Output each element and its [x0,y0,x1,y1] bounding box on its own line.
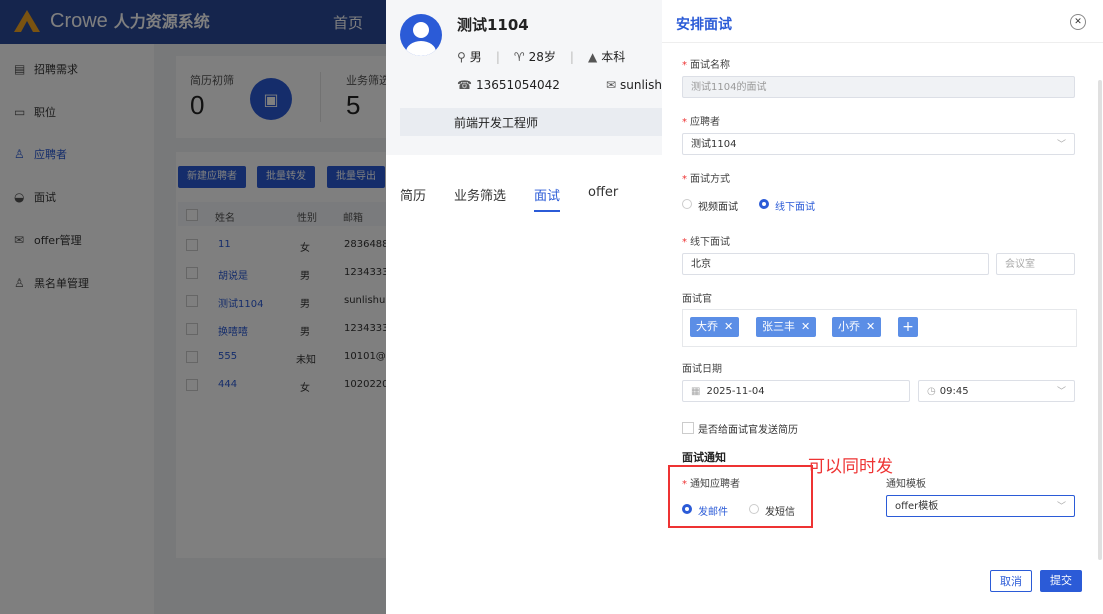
close-icon[interactable]: ✕ [801,320,810,333]
applicant-select[interactable]: 测试1104 ﹀ [682,133,1075,155]
template-select[interactable]: offer模板 ﹀ [886,495,1075,517]
candidate-attributes: ⚲ 男 | ♈ 28岁 | ▲ 本科 [457,49,626,65]
email-icon: ✉ [605,78,616,92]
tab-interview[interactable]: 面试 [534,185,560,204]
active-tab-underline [534,210,560,212]
close-icon[interactable]: ✕ [724,320,733,333]
method-offline-label[interactable]: 线下面试 [775,198,815,213]
submit-button[interactable]: 提交 [1040,570,1082,592]
notify-section-title: 面试通知 [682,451,726,464]
gender-icon: ⚲ [457,49,466,64]
education-icon: ▲ [587,49,598,64]
clock-icon: ◷ [927,386,936,397]
add-interviewer-icon[interactable]: + [898,317,918,337]
interviewer-tag[interactable]: 小乔 ✕ [832,317,882,337]
method-label: * 面试方式 [682,174,730,185]
schedule-interview-drawer: 安排面试 ✕ * 面试名称 测试1104的面试 * 应聘者 测试1104 ﹀ * 面试方… [662,0,1103,614]
chevron-down-icon: ﹀ [1056,387,1066,397]
scrollbar[interactable] [1098,80,1102,560]
interviewer-tag[interactable]: 大乔 ✕ [690,317,740,337]
send-resume-label[interactable]: 是否给面试官发送简历 [698,421,798,436]
annotation-highlight-box [668,465,813,528]
offline-label: * 线下面试 [682,237,730,248]
close-icon[interactable]: ✕ [1070,14,1086,30]
avatar [400,14,442,56]
applicant-label: * 应聘者 [682,117,720,128]
time-picker[interactable]: ◷ 09:45 ﹀ [918,380,1075,402]
template-label: 通知模板 [886,479,926,490]
city-input[interactable]: 北京 [682,253,989,275]
send-resume-checkbox[interactable] [682,422,694,434]
candidate-detail-drawer: 测试1104 ⚲ 男 | ♈ 28岁 | ▲ 本科 ☎ 13651054042 ✉ sun… [386,0,662,614]
age-icon: ♈ [513,49,525,64]
date-label: 面试日期 [682,364,722,375]
candidate-name: 测试1104 [457,16,529,34]
method-video-radio[interactable] [682,199,692,209]
method-offline-radio[interactable] [759,199,769,209]
interviewers-label: 面试官 [682,294,712,305]
tab-resume[interactable]: 简历 [400,185,426,204]
close-icon[interactable]: ✕ [866,320,875,333]
interviewer-tag[interactable]: 张三丰 ✕ [756,317,817,337]
annotation-text: 可以同时发 [808,457,893,477]
user-avatar-icon [406,22,436,56]
interview-name-label: * 面试名称 [682,60,730,71]
method-video-label[interactable]: 视频面试 [698,198,738,213]
drawer-title: 安排面试 [676,17,732,33]
candidate-position: 前端开发工程师 [454,116,539,130]
interview-name-input[interactable]: 测试1104的面试 [682,76,1075,98]
room-input[interactable]: 会议室 [996,253,1075,275]
cancel-button[interactable]: 取消 [990,570,1032,592]
tab-business-screen[interactable]: 业务筛选 [454,185,506,204]
tab-offer[interactable]: offer [588,185,618,200]
calendar-icon: ▦ [691,386,701,397]
date-picker[interactable]: ▦ 2025-11-04 [682,380,910,402]
chevron-down-icon: ﹀ [1056,140,1066,150]
candidate-contact: ☎ 13651054042 ✉ sunlish [457,78,662,92]
phone-icon: ☎ [457,78,472,92]
title-divider [662,42,1103,43]
chevron-down-icon: ﹀ [1056,502,1066,512]
